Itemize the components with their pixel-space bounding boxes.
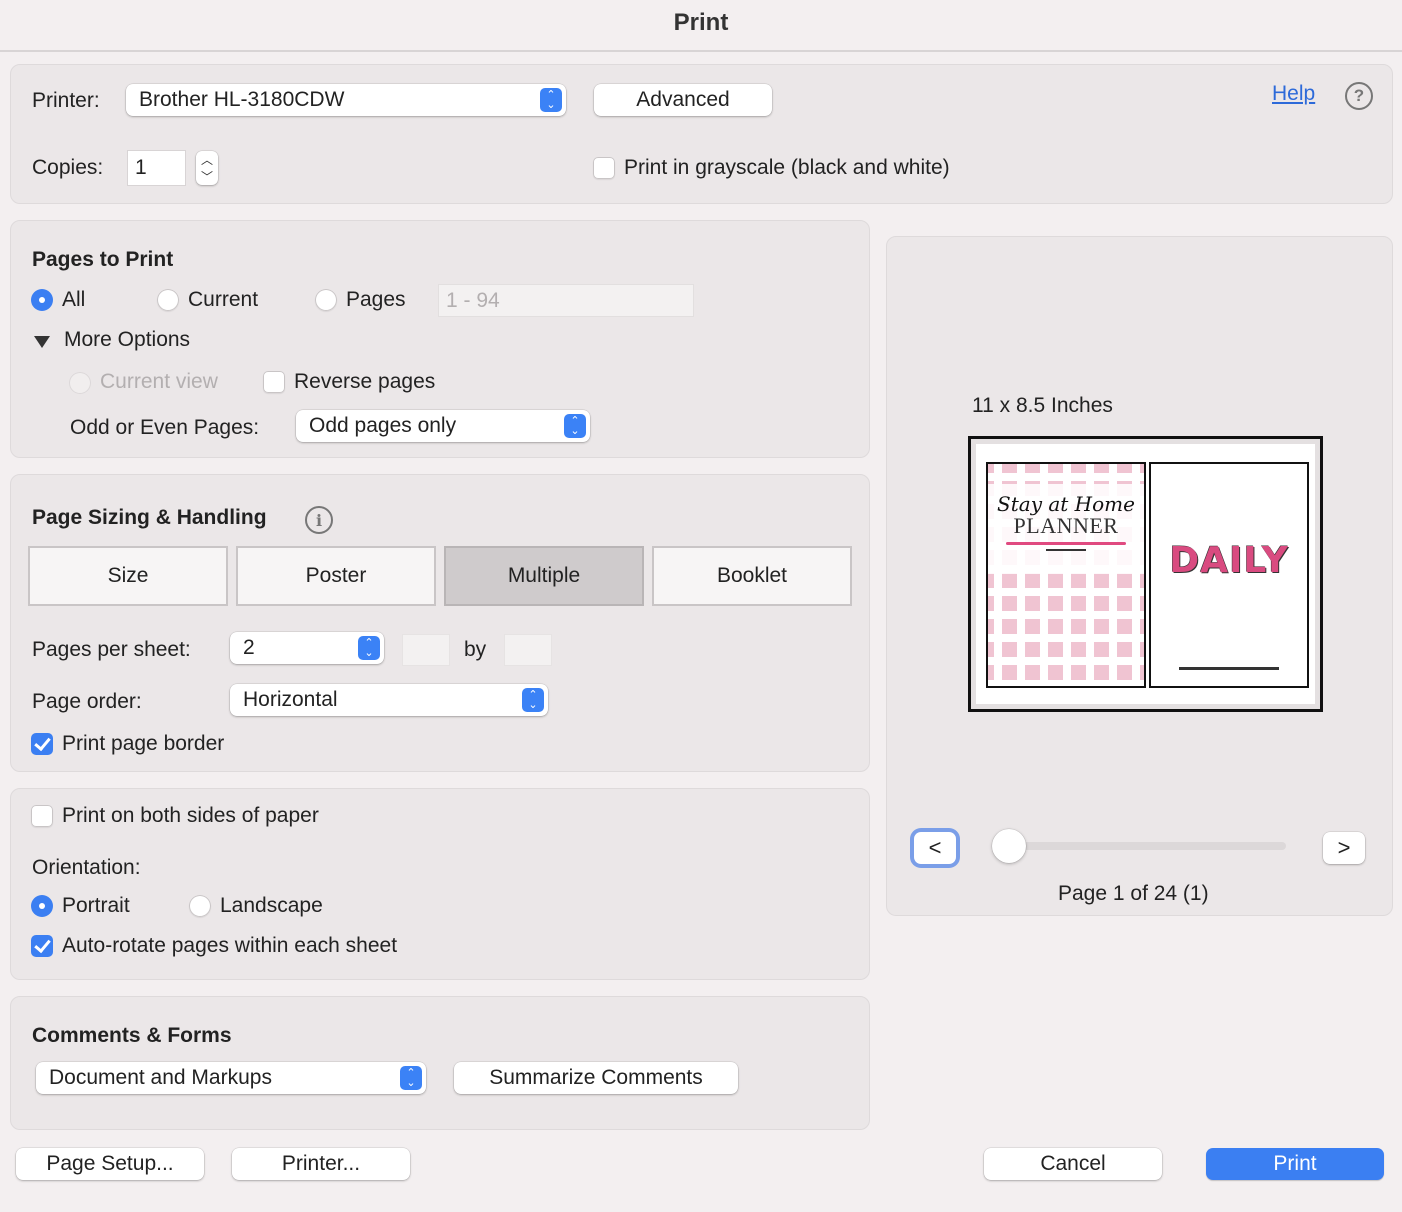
page-slider-track[interactable] [1004, 842, 1286, 850]
chevron-up-icon[interactable]: ︿ [201, 154, 213, 166]
tab-booklet[interactable]: Booklet [652, 546, 852, 606]
auto-rotate-label: Auto-rotate pages within each sheet [62, 934, 397, 958]
radio-pages-label: Pages [346, 288, 406, 312]
both-sides-checkbox[interactable] [31, 805, 53, 827]
select-arrows-icon: ⌃⌄ [540, 88, 562, 112]
radio-pages[interactable] [315, 289, 337, 311]
copies-input[interactable]: 1 [127, 150, 186, 186]
cover-script-text: Stay at Home [988, 484, 1144, 516]
previous-page-button[interactable]: < [914, 832, 956, 864]
odd-even-label: Odd or Even Pages: [70, 416, 259, 440]
cover-title-text: PLANNER [988, 516, 1144, 536]
by-label: by [464, 638, 486, 662]
advanced-button[interactable]: Advanced [594, 84, 772, 116]
comments-forms-heading: Comments & Forms [32, 1024, 232, 1048]
pages-to-print-heading: Pages to Print [32, 248, 173, 272]
printer-select-value: Brother HL-3180CDW [139, 88, 344, 112]
radio-all-label: All [62, 288, 85, 312]
paper-size-label: 11 x 8.5 Inches [972, 394, 1113, 418]
copies-label: Copies: [32, 156, 103, 180]
window-title: Print [0, 0, 1402, 52]
page-order-select[interactable]: Horizontal ⌃⌄ [230, 684, 548, 716]
auto-rotate-checkbox[interactable] [31, 935, 53, 957]
comments-forms-value: Document and Markups [49, 1066, 272, 1090]
disclosure-triangle-icon[interactable] [34, 336, 50, 348]
rows-input [504, 634, 552, 666]
info-icon[interactable]: i [305, 506, 333, 534]
page-sizing-heading: Page Sizing & Handling [32, 506, 267, 530]
comments-forms-select[interactable]: Document and Markups ⌃⌄ [36, 1062, 426, 1094]
preview-page-daily: DAILY [1149, 462, 1309, 688]
grayscale-label: Print in grayscale (black and white) [624, 156, 950, 180]
cancel-button[interactable]: Cancel [984, 1148, 1162, 1180]
radio-landscape[interactable] [189, 895, 211, 917]
more-options-label[interactable]: More Options [64, 328, 190, 352]
select-arrows-icon: ⌃⌄ [358, 636, 380, 660]
page-slider-thumb[interactable] [992, 829, 1026, 863]
reverse-pages-label: Reverse pages [294, 370, 435, 394]
summarize-comments-button[interactable]: Summarize Comments [454, 1062, 738, 1094]
portrait-label: Portrait [62, 894, 130, 918]
grayscale-checkbox[interactable] [593, 157, 615, 179]
copies-stepper[interactable]: ︿ ﹀ [196, 151, 218, 185]
printer-label: Printer: [32, 89, 100, 113]
both-sides-label: Print on both sides of paper [62, 804, 319, 828]
pages-per-sheet-label: Pages per sheet: [32, 638, 191, 662]
page-range-input[interactable]: 1 - 94 [438, 284, 694, 317]
pages-per-sheet-value: 2 [243, 636, 255, 660]
help-link[interactable]: Help [1272, 82, 1315, 106]
odd-even-select-value: Odd pages only [309, 414, 456, 438]
select-arrows-icon: ⌃⌄ [522, 688, 544, 712]
select-arrows-icon: ⌃⌄ [400, 1066, 422, 1090]
tab-poster[interactable]: Poster [236, 546, 436, 606]
radio-all[interactable] [31, 289, 53, 311]
landscape-label: Landscape [220, 894, 323, 918]
select-arrows-icon: ⌃⌄ [564, 414, 586, 438]
reverse-pages-checkbox[interactable] [263, 371, 285, 393]
daily-title-text: DAILY [1151, 540, 1307, 581]
preview-page-planner-cover: Stay at Home PLANNER [986, 462, 1146, 688]
print-border-checkbox[interactable] [31, 733, 53, 755]
printer-select[interactable]: Brother HL-3180CDW ⌃⌄ [126, 84, 566, 116]
tab-multiple[interactable]: Multiple [444, 546, 644, 606]
help-question-icon[interactable]: ? [1345, 82, 1373, 110]
print-button[interactable]: Print [1206, 1148, 1384, 1180]
odd-even-select[interactable]: Odd pages only ⌃⌄ [296, 410, 590, 442]
print-preview-sheet: Stay at Home PLANNER DAILY [968, 436, 1323, 712]
radio-portrait[interactable] [31, 895, 53, 917]
next-page-button[interactable]: > [1323, 832, 1365, 864]
page-setup-button[interactable]: Page Setup... [16, 1148, 204, 1180]
orientation-label: Orientation: [32, 856, 141, 880]
radio-current-label: Current [188, 288, 258, 312]
page-order-label: Page order: [32, 690, 142, 714]
pages-per-sheet-select[interactable]: 2 ⌃⌄ [230, 632, 384, 664]
print-border-label: Print page border [62, 732, 224, 756]
current-view-label: Current view [100, 370, 218, 394]
tab-size[interactable]: Size [28, 546, 228, 606]
page-order-value: Horizontal [243, 688, 338, 712]
printer-button[interactable]: Printer... [232, 1148, 410, 1180]
page-indicator: Page 1 of 24 (1) [1058, 882, 1209, 906]
chevron-down-icon[interactable]: ﹀ [201, 171, 213, 183]
radio-current[interactable] [157, 289, 179, 311]
columns-input [402, 634, 450, 666]
radio-current-view [69, 372, 91, 394]
